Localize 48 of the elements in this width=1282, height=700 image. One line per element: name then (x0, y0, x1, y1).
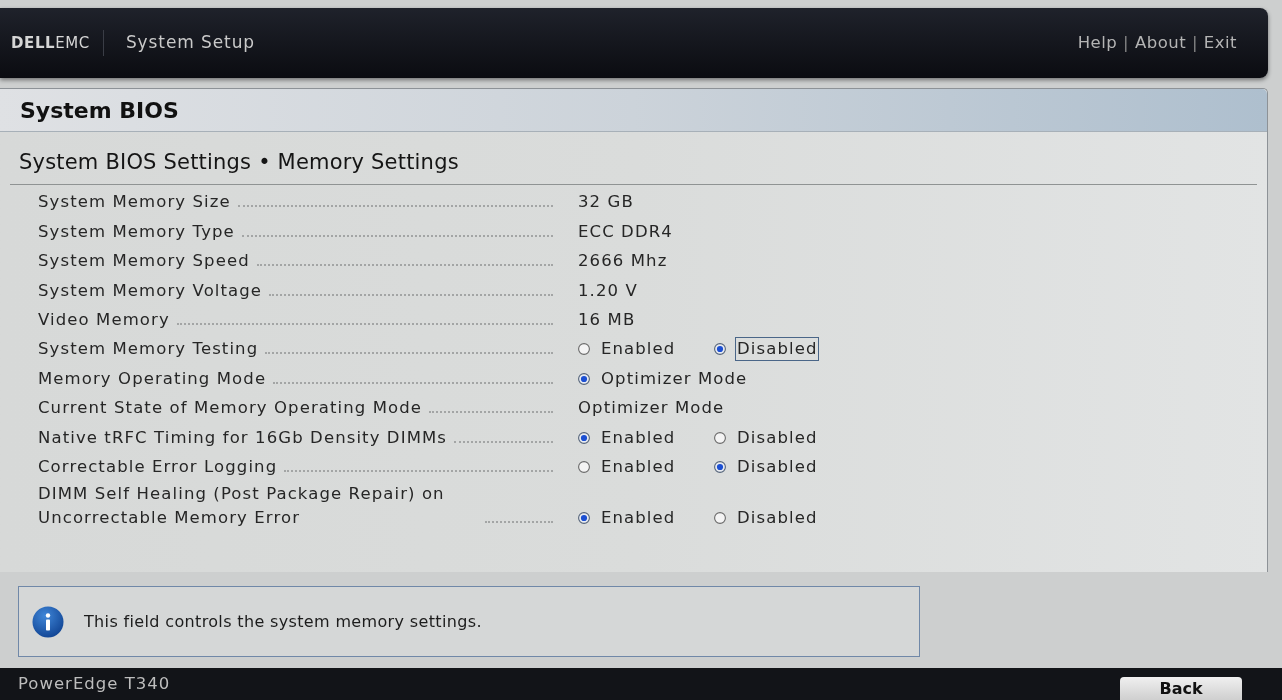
back-button[interactable]: Back (1120, 677, 1242, 700)
setting-value: Optimizer Mode (578, 397, 725, 420)
breadcrumb-title: System BIOS Settings • Memory Settings (19, 149, 459, 176)
radio-button-icon[interactable] (714, 343, 726, 356)
radio-option-label[interactable]: Enabled (599, 454, 678, 479)
radio-button-icon[interactable] (714, 460, 726, 473)
setting-label: System Memory Testing (38, 338, 259, 361)
link-separator: | (1192, 32, 1198, 54)
radio-button-icon[interactable] (578, 343, 590, 356)
app-title: System Setup (125, 31, 255, 55)
setting-label: System Memory Type (38, 220, 235, 243)
setting-label: System Memory Size (38, 191, 231, 214)
info-icon (32, 605, 64, 638)
radio-button-icon[interactable] (578, 372, 590, 385)
setting-label: Current State of Memory Operating Mode (38, 397, 423, 420)
setting-value: ECC DDR4 (578, 220, 673, 243)
setting-label: System Memory Speed (38, 250, 250, 273)
setting-value: 1.20 V (578, 279, 638, 302)
header-link[interactable]: Help (1077, 30, 1118, 56)
radio-option-label[interactable]: Enabled (599, 425, 678, 450)
radio-option-label[interactable]: Disabled (735, 454, 820, 479)
setting-value: 16 MB (578, 308, 636, 331)
header-link[interactable]: About (1134, 30, 1187, 56)
header-link[interactable]: Exit (1203, 30, 1237, 56)
help-text: This field controls the system memory settings. (84, 610, 482, 633)
brand-logo: DELLEMC (11, 32, 90, 54)
radio-button-icon[interactable] (578, 431, 590, 444)
radio-button-icon[interactable] (578, 511, 590, 524)
radio-option-label[interactable]: Enabled (599, 505, 678, 530)
setting-value: 32 GB (578, 191, 634, 214)
radio-button-icon[interactable] (714, 431, 726, 444)
radio-option-label[interactable]: Disabled (735, 337, 820, 362)
setting-label: System Memory Voltage (38, 279, 263, 302)
radio-option-label[interactable]: Disabled (735, 505, 820, 530)
setting-label: DIMM Self Healing (Post Package Repair) on Uncorrectable Memory Error (38, 482, 446, 529)
radio-option-label[interactable]: Enabled (599, 337, 678, 362)
setting-value: 2666 Mhz (578, 250, 668, 273)
radio-option-label[interactable]: Disabled (735, 425, 820, 450)
setting-label: Video Memory (38, 308, 170, 331)
model-name: PowerEdge T340 (18, 673, 171, 696)
setting-label: Memory Operating Mode (38, 367, 267, 390)
page-title: System BIOS (20, 96, 179, 125)
link-separator: | (1123, 32, 1129, 54)
radio-option-label[interactable]: Optimizer Mode (599, 366, 750, 391)
setting-label: Correctable Error Logging (38, 455, 278, 478)
setting-label: Native tRFC Timing for 16Gb Density DIMMs (38, 426, 447, 449)
radio-button-icon[interactable] (578, 460, 590, 473)
radio-button-icon[interactable] (714, 511, 726, 524)
